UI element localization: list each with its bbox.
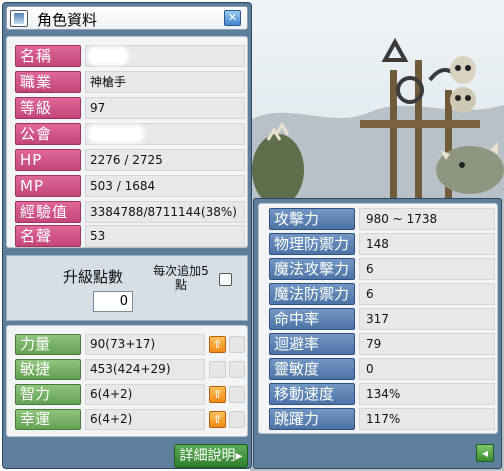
dex-value: 453(424+29)	[85, 359, 205, 380]
collapse-arrow-icon[interactable]: ◂	[476, 444, 494, 462]
info-row-job: 職業 神槍手	[15, 71, 245, 94]
detail-row-magic-def: 魔法防禦力 6	[269, 283, 495, 306]
info-label: 經驗值	[15, 201, 81, 223]
info-label: MP	[15, 175, 81, 197]
stat-slot	[229, 361, 245, 378]
stat-label: 幸運	[15, 409, 81, 430]
hp-value: 2276 / 2725	[85, 149, 245, 171]
job-value: 神槍手	[85, 71, 245, 93]
character-info-panel: 名稱 職業 神槍手 等級 97 公會 HP 2276 / 2725 MP 503…	[6, 36, 248, 248]
detail-label: 物理防禦力	[269, 233, 355, 255]
stat-row-str: 力量 90(73+17) ⇧	[15, 334, 245, 356]
detail-label: 攻擊力	[269, 208, 355, 230]
detail-row-avoid: 迴避率 79	[269, 333, 495, 356]
redacted-guild	[91, 128, 141, 140]
stat-row-int: 智力 6(4+2) ⇧	[15, 384, 245, 406]
attack-value: 980 ~ 1738	[359, 208, 495, 230]
info-row-fame: 名聲 53	[15, 225, 245, 248]
window-title: 角色資料	[37, 11, 98, 29]
detail-row-jump: 跳躍力 117%	[269, 408, 495, 431]
raise-str-up-arrow-icon[interactable]: ⇧	[209, 336, 226, 353]
character-name-value	[85, 45, 245, 67]
detail-label: 命中率	[269, 308, 355, 330]
redacted-name	[91, 50, 125, 62]
stat-label: 力量	[15, 334, 81, 355]
level-value: 97	[85, 97, 245, 119]
detail-row-accuracy: 命中率 317	[269, 308, 495, 331]
close-button[interactable]: ✕	[224, 10, 241, 26]
luk-value: 6(4+2)	[85, 409, 205, 430]
info-row-level: 等級 97	[15, 97, 245, 120]
info-label: 公會	[15, 123, 81, 145]
magic-atk-value: 6	[359, 258, 495, 280]
info-row-name: 名稱	[15, 45, 245, 68]
stat-row-dex: 敏捷 453(424+29)	[15, 359, 245, 381]
hands-value: 0	[359, 358, 495, 380]
accuracy-value: 317	[359, 308, 495, 330]
auto-assign-checkbox[interactable]	[219, 273, 232, 286]
int-value: 6(4+2)	[85, 384, 205, 405]
detail-row-weapon-def: 物理防禦力 148	[269, 233, 495, 256]
info-row-exp: 經驗值 3384788/8711144(38%)	[15, 201, 245, 224]
raise-luk-up-arrow-icon[interactable]: ⇧	[209, 411, 226, 428]
detail-stats-panel: 攻擊力 980 ~ 1738 物理防禦力 148 魔法攻擊力 6 魔法防禦力 6…	[258, 203, 498, 434]
stat-label: 敏捷	[15, 359, 81, 380]
detail-label: 魔法攻擊力	[269, 258, 355, 280]
detail-toggle-button[interactable]: 詳細說明▸	[174, 444, 248, 468]
avoid-value: 79	[359, 333, 495, 355]
info-row-hp: HP 2276 / 2725	[15, 149, 245, 172]
detail-row-magic-atk: 魔法攻擊力 6	[269, 258, 495, 281]
detail-label: 魔法防禦力	[269, 283, 355, 305]
mp-value: 503 / 1684	[85, 175, 245, 197]
stat-label: 智力	[15, 384, 81, 405]
speed-value: 134%	[359, 383, 495, 405]
str-value: 90(73+17)	[85, 334, 205, 355]
stat-slot	[229, 411, 245, 428]
info-label: 職業	[15, 71, 81, 93]
window-titlebar[interactable]: 角色資料 ✕	[6, 6, 248, 30]
info-row-mp: MP 503 / 1684	[15, 175, 245, 198]
ability-points-value: 0	[93, 291, 133, 312]
info-label: 等級	[15, 97, 81, 119]
weapon-def-value: 148	[359, 233, 495, 255]
fame-value: 53	[85, 225, 245, 247]
detail-label: 跳躍力	[269, 408, 355, 430]
base-stats-panel: 力量 90(73+17) ⇧ 敏捷 453(424+29) 智力 6(4+2) …	[6, 325, 248, 437]
exp-value: 3384788/8711144(38%)	[85, 201, 245, 223]
detail-label: 靈敏度	[269, 358, 355, 380]
ability-points-label: 升級點數	[63, 268, 124, 286]
info-row-guild: 公會	[15, 123, 245, 146]
info-label: 名稱	[15, 45, 81, 67]
detail-stat-window: 攻擊力 980 ~ 1738 物理防禦力 148 魔法攻擊力 6 魔法防禦力 6…	[253, 198, 502, 469]
auto-assign-label: 每次追加5點	[153, 264, 209, 292]
jump-value: 117%	[359, 408, 495, 430]
raise-dex-disabled-icon	[209, 361, 226, 378]
detail-row-hands: 靈敏度 0	[269, 358, 495, 381]
character-stat-window: 角色資料 ✕ 名稱 職業 神槍手 等級 97 公會 HP 2276 / 2725…	[2, 2, 252, 469]
stat-slot	[229, 386, 245, 403]
raise-int-up-arrow-icon[interactable]: ⇧	[209, 386, 226, 403]
info-label: HP	[15, 149, 81, 171]
ability-points-panel: 升級點數 0 每次追加5點	[6, 255, 248, 321]
stat-slot	[229, 336, 245, 353]
character-window-icon	[10, 10, 28, 27]
magic-def-value: 6	[359, 283, 495, 305]
detail-label: 迴避率	[269, 333, 355, 355]
guild-value	[85, 123, 245, 145]
detail-label: 移動速度	[269, 383, 355, 405]
info-label: 名聲	[15, 225, 81, 247]
detail-row-attack: 攻擊力 980 ~ 1738	[269, 208, 495, 231]
detail-row-speed: 移動速度 134%	[269, 383, 495, 406]
stat-row-luk: 幸運 6(4+2) ⇧	[15, 409, 245, 431]
